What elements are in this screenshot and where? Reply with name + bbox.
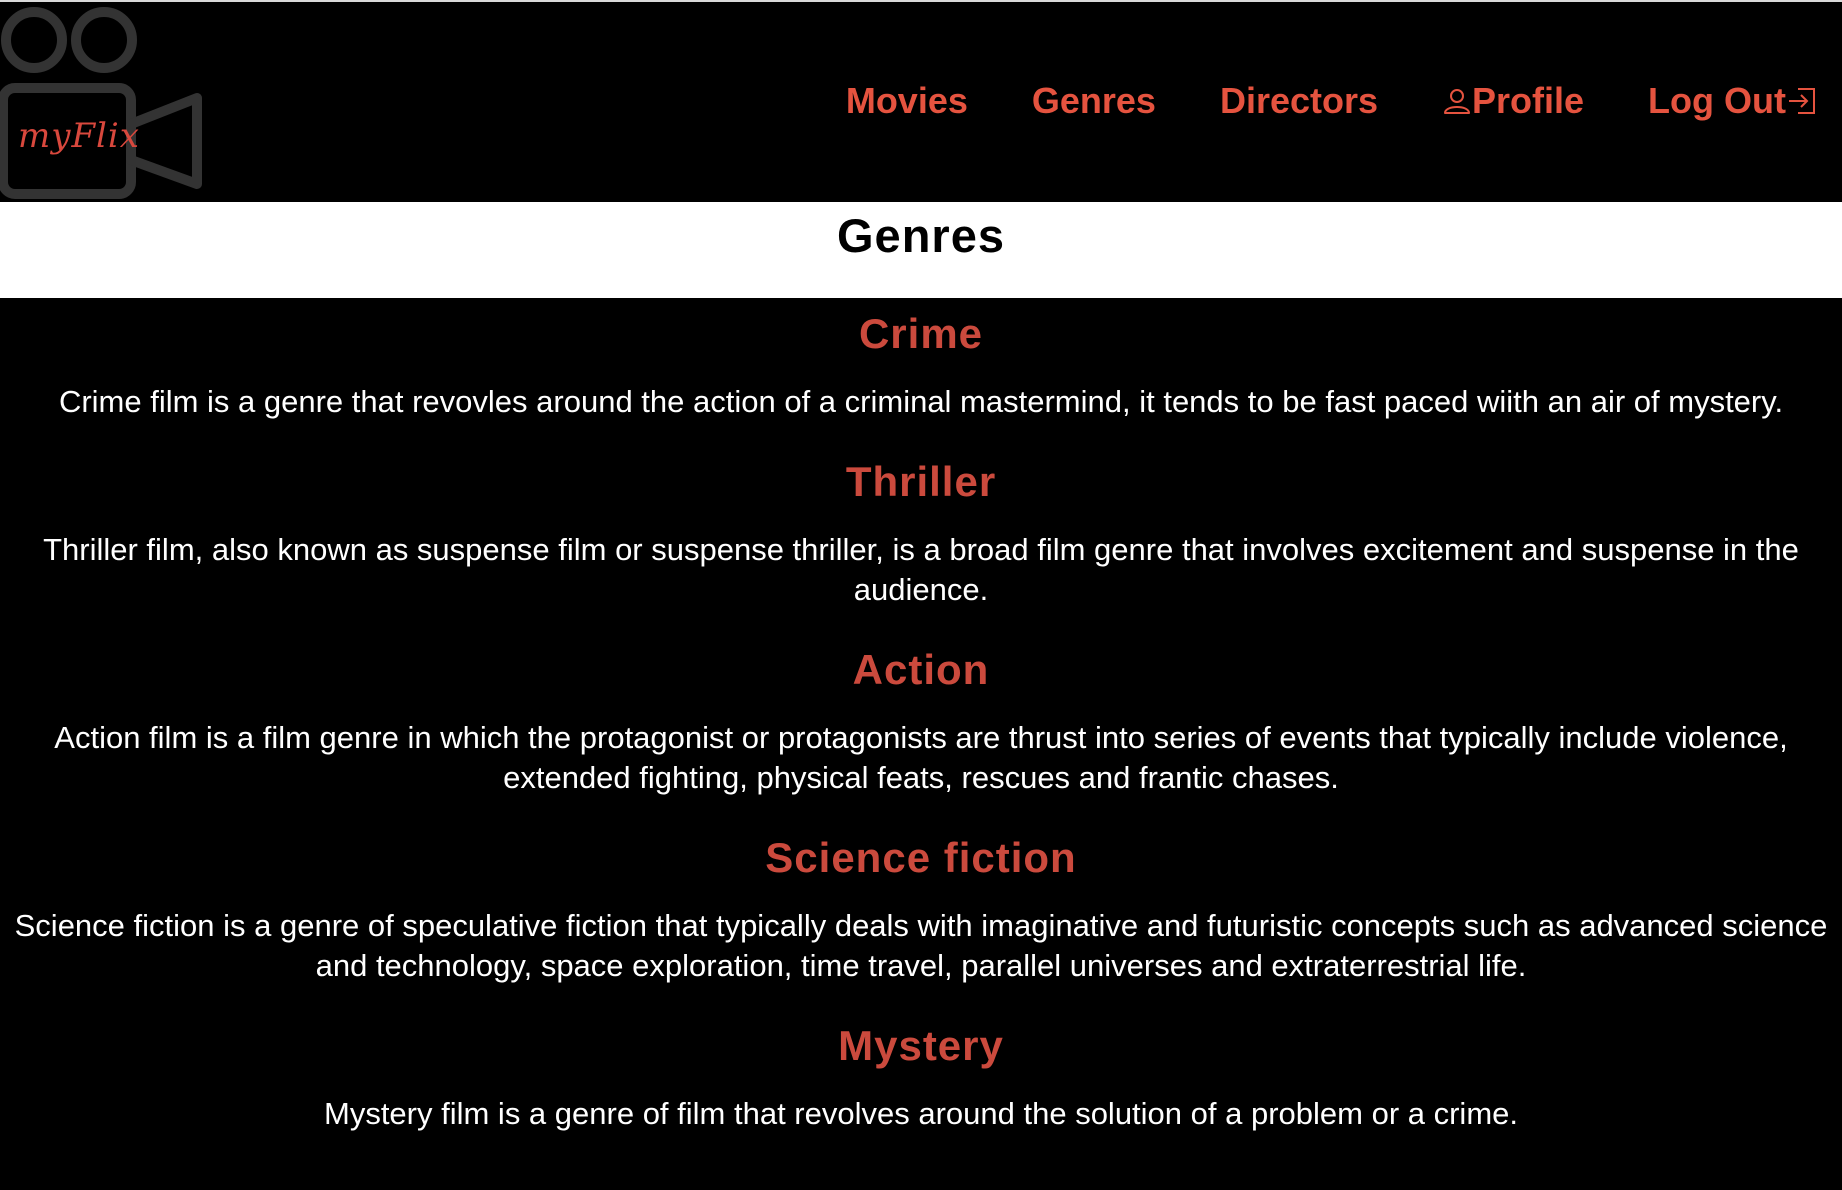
page-header: Genres bbox=[0, 202, 1842, 298]
genre-description: Mystery film is a genre of film that rev… bbox=[324, 1096, 1518, 1131]
nav-link-profile-label: Profile bbox=[1472, 80, 1585, 121]
nav-link-genres[interactable]: Genres bbox=[1032, 80, 1156, 122]
logo-text: myFlix bbox=[18, 116, 140, 156]
genre-name: Crime bbox=[858, 310, 984, 357]
genre-list: Crime Crime film is a genre that revovle… bbox=[0, 298, 1842, 1162]
genre-item: Science fiction Science fiction is a gen… bbox=[0, 826, 1842, 1014]
navbar: myFlix Movies Genres Directors Profile L… bbox=[0, 0, 1842, 202]
genre-name: Science fiction bbox=[765, 834, 1077, 881]
genre-description: Thriller film, also known as suspense fi… bbox=[43, 532, 1799, 607]
nav-link-movies[interactable]: Movies bbox=[846, 80, 968, 122]
page-title: Genres bbox=[837, 209, 1005, 262]
user-icon bbox=[1442, 86, 1472, 116]
genre-name: Mystery bbox=[838, 1022, 1004, 1069]
genre-description: Science fiction is a genre of speculativ… bbox=[14, 908, 1828, 983]
genre-item: Crime Crime film is a genre that revovle… bbox=[0, 302, 1842, 450]
nav-link-directors[interactable]: Directors bbox=[1220, 80, 1378, 122]
nav-link-logout-label: Log Out bbox=[1648, 80, 1786, 121]
nav-link-logout[interactable]: Log Out bbox=[1648, 80, 1818, 122]
genre-item: Action Action film is a film genre in wh… bbox=[0, 638, 1842, 826]
genre-name: Action bbox=[852, 646, 990, 693]
genre-description: Crime film is a genre that revovles arou… bbox=[58, 384, 1784, 419]
nav-link-profile[interactable]: Profile bbox=[1442, 80, 1584, 122]
logo[interactable]: myFlix bbox=[0, 2, 204, 202]
nav-links: Movies Genres Directors Profile Log Out bbox=[782, 80, 1818, 122]
logout-icon bbox=[1786, 85, 1818, 117]
genre-name: Thriller bbox=[845, 458, 997, 505]
genre-item: Mystery Mystery film is a genre of film … bbox=[0, 1014, 1842, 1162]
genre-description: Action film is a film genre in which the… bbox=[54, 720, 1788, 795]
film-camera-icon bbox=[0, 7, 202, 199]
genre-item: Thriller Thriller film, also known as su… bbox=[0, 450, 1842, 638]
